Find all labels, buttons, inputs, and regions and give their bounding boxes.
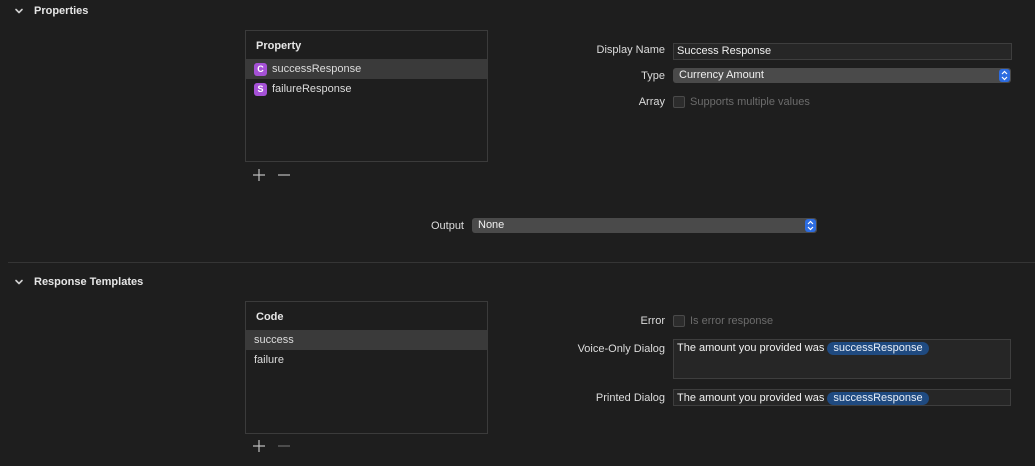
display-name-field[interactable]: Success Response: [673, 43, 1012, 60]
minus-icon[interactable]: [277, 168, 291, 182]
checkbox-label: Supports multiple values: [690, 96, 810, 108]
properties-section-header[interactable]: Properties: [14, 3, 88, 19]
voice-dialog-token[interactable]: successResponse: [827, 342, 929, 355]
output-popup[interactable]: None: [472, 218, 817, 233]
property-row-label: failureResponse: [272, 83, 352, 95]
property-row-label: successResponse: [272, 63, 362, 75]
plus-icon[interactable]: [252, 168, 266, 182]
property-row-failure-response[interactable]: S failureResponse: [246, 79, 487, 99]
voice-only-dialog-label: Voice-Only Dialog: [577, 343, 665, 355]
printed-dialog-token[interactable]: successResponse: [827, 392, 929, 405]
minus-icon[interactable]: [277, 439, 291, 453]
display-name-label: Display Name: [596, 44, 665, 56]
code-add-remove-controls: [252, 439, 291, 453]
property-add-remove-controls: [252, 168, 291, 182]
printed-dialog-label: Printed Dialog: [595, 392, 665, 404]
code-row-success[interactable]: success: [246, 330, 487, 350]
intent-editor: Properties Property C successResponse S …: [0, 0, 1035, 466]
output-popup-value: None: [478, 219, 505, 231]
type-popup[interactable]: Currency Amount: [673, 68, 1011, 83]
error-label: Error: [640, 315, 665, 327]
type-popup-value: Currency Amount: [679, 69, 764, 81]
array-label: Array: [638, 96, 665, 108]
custom-type-badge-icon: C: [254, 62, 267, 76]
string-type-badge-icon: S: [254, 82, 267, 96]
property-row-success-response[interactable]: C successResponse: [246, 59, 487, 79]
code-row-label: failure: [254, 354, 284, 366]
voice-dialog-text: The amount you provided was: [677, 342, 825, 354]
printed-dialog-text: The amount you provided was: [677, 392, 825, 404]
section-divider: [8, 262, 1035, 263]
section-title: Response Templates: [34, 276, 144, 288]
code-table: Code success failure: [245, 301, 488, 434]
chevron-down-icon[interactable]: [14, 6, 24, 16]
checkbox-label: Is error response: [690, 315, 774, 327]
is-error-response-checkbox[interactable]: Is error response: [673, 315, 773, 327]
response-templates-section-header[interactable]: Response Templates: [14, 274, 143, 290]
type-label: Type: [641, 70, 665, 82]
checkbox-box[interactable]: [673, 96, 685, 108]
table-header: Property: [256, 40, 302, 52]
section-title: Properties: [34, 5, 89, 17]
popup-stepper-icon: [805, 219, 816, 232]
output-label: Output: [430, 220, 464, 232]
printed-dialog-field[interactable]: The amount you provided was successRespon…: [673, 389, 1011, 406]
code-row-failure[interactable]: failure: [246, 350, 487, 370]
code-row-label: success: [254, 334, 294, 346]
chevron-down-icon[interactable]: [14, 277, 24, 287]
table-header: Code: [256, 311, 284, 323]
property-table: Property C successResponse S failureResp…: [245, 30, 488, 162]
supports-multiple-values-checkbox[interactable]: Supports multiple values: [673, 96, 810, 108]
voice-only-dialog-field[interactable]: The amount you provided was successRespon…: [673, 339, 1011, 379]
popup-stepper-icon: [999, 69, 1010, 82]
checkbox-box[interactable]: [673, 315, 685, 327]
plus-icon[interactable]: [252, 439, 266, 453]
